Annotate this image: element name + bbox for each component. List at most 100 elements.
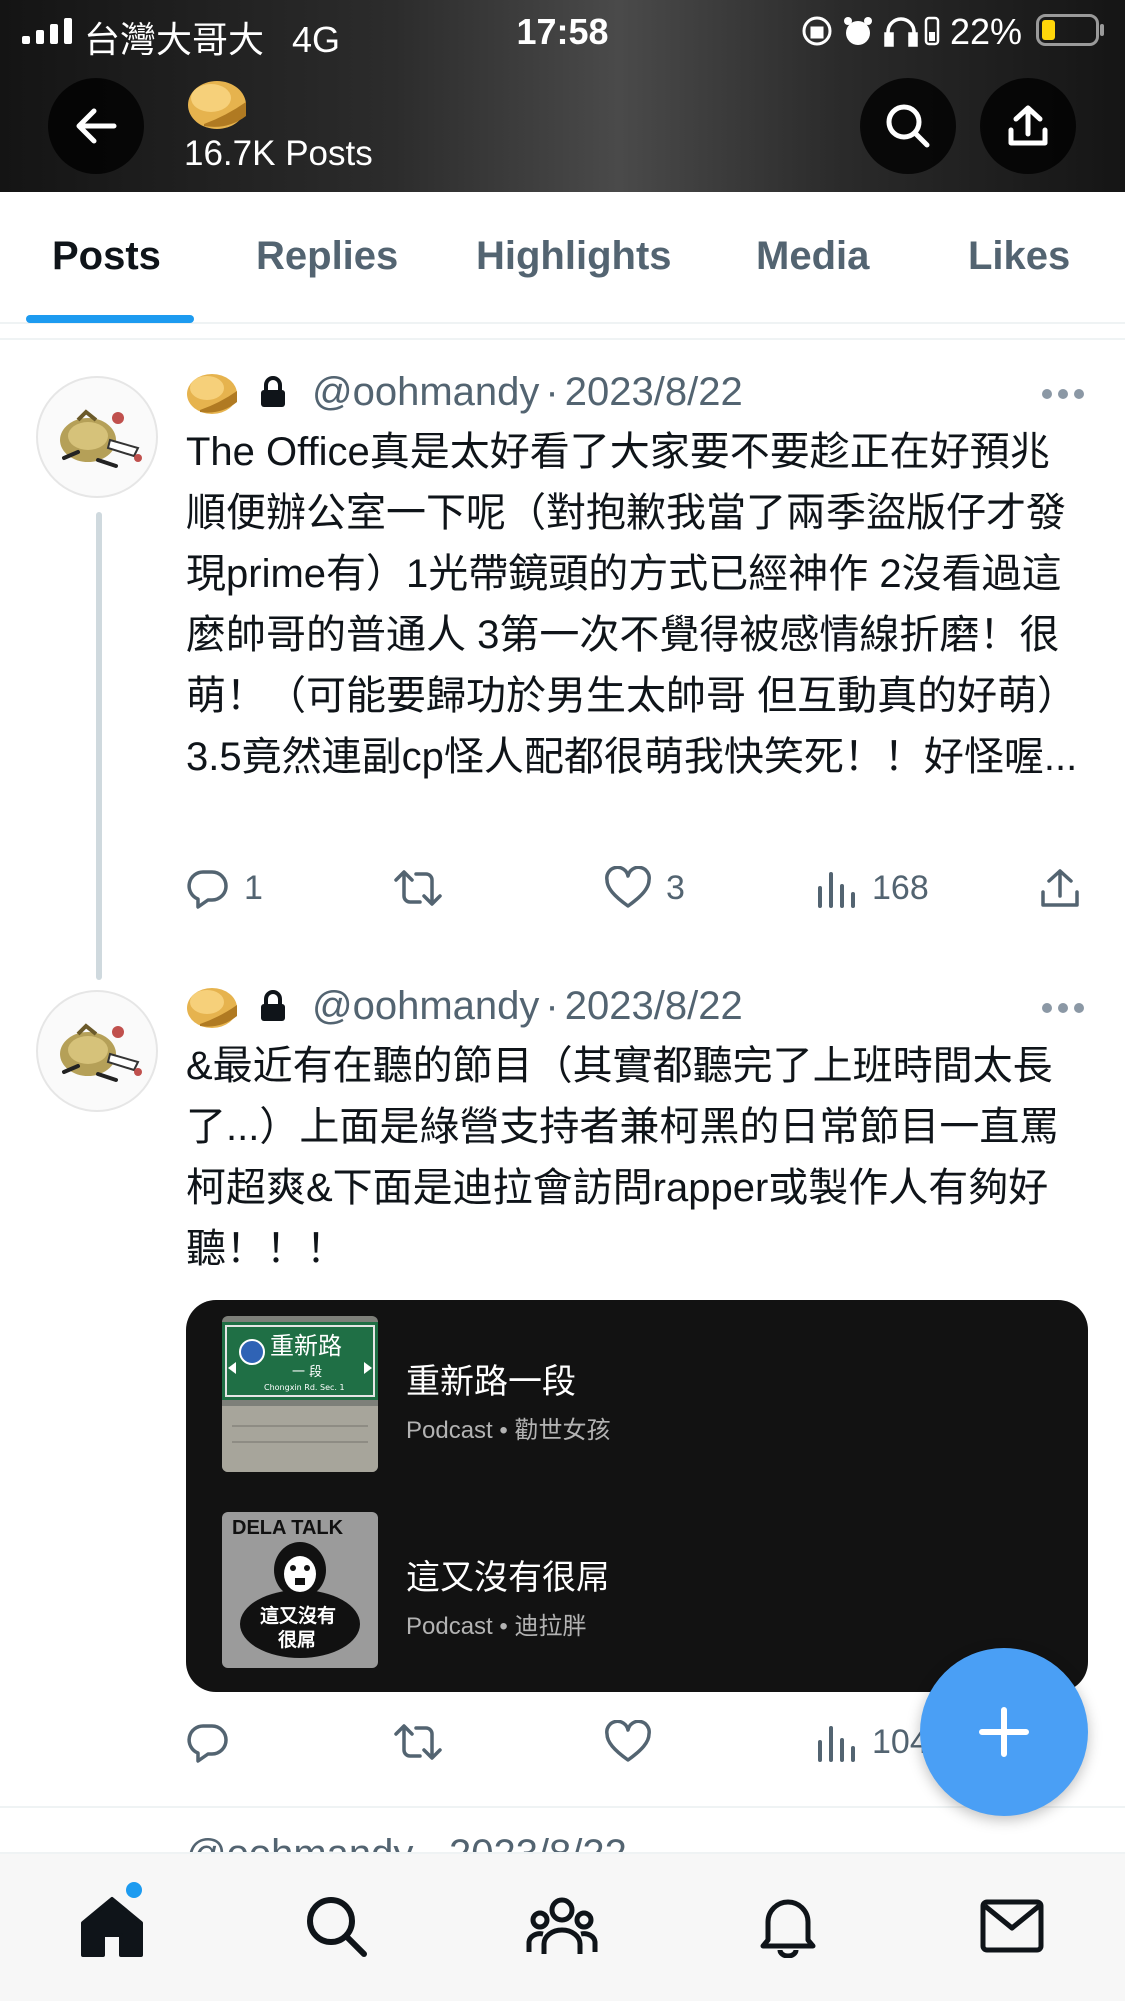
podcast-cover: 重新路 一 段 Chongxin Rd. Sec. 1 <box>222 1316 378 1472</box>
bottom-navigation <box>0 1852 1125 2001</box>
tweet-handle[interactable]: @oohmandy <box>312 984 539 1029</box>
like-button[interactable] <box>604 1712 666 1772</box>
thread-connector <box>96 512 102 980</box>
battery-icon <box>1036 14 1104 46</box>
share-tweet-button[interactable] <box>1038 858 1096 918</box>
rotation-lock-icon <box>802 16 832 46</box>
podcast-embed-card[interactable]: 重新路 一 段 Chongxin Rd. Sec. 1 重新路一段 Podcas… <box>186 1300 1088 1692</box>
status-icons <box>802 16 940 47</box>
podcast-item[interactable]: 重新路 一 段 Chongxin Rd. Sec. 1 重新路一段 Podcas… <box>222 1316 982 1472</box>
lock-icon <box>261 990 285 1021</box>
more-options-icon[interactable] <box>1040 1001 1086 1015</box>
podcast-subtitle: Podcast • 迪拉胖 <box>406 1613 587 1640</box>
tweet-meta: @oohmandy · 2023/8/22 <box>186 978 743 1034</box>
retweet-icon <box>394 1724 442 1760</box>
messages-icon <box>980 1899 1044 1953</box>
tab-highlights[interactable]: Highlights <box>476 234 672 279</box>
avatar-sack-illustration <box>60 1023 142 1082</box>
reply-count: 1 <box>244 868 263 907</box>
street-sign-cover-art: 重新路 一 段 Chongxin Rd. Sec. 1 <box>222 1316 378 1472</box>
cover-logo-bot: 很屌 <box>278 1628 316 1651</box>
tweet-text: The Office真是太好看了大家要不要趁正在好預兆順便辦公室一下呢（對抱歉我… <box>186 430 1078 779</box>
display-name-avatar <box>187 374 237 414</box>
tweet-actions: 1 3 168 <box>186 858 1086 918</box>
reply-icon <box>187 1724 228 1763</box>
podcast-title: 重新路一段 <box>406 1363 576 1401</box>
alarm-icon <box>844 17 872 45</box>
views-button[interactable]: 168 <box>814 858 929 918</box>
retweet-icon <box>394 870 442 906</box>
meta-separator: · <box>545 369 559 414</box>
active-tab-indicator <box>26 315 194 323</box>
tab-likes[interactable]: Likes <box>968 234 1070 279</box>
share-button[interactable] <box>980 78 1076 174</box>
like-count: 3 <box>666 868 685 907</box>
views-icon <box>818 872 855 908</box>
compose-post-button[interactable] <box>920 1648 1088 1816</box>
cover-logo-mid: 這又沒有 <box>260 1604 336 1627</box>
retweet-button[interactable] <box>392 1712 458 1772</box>
views-icon <box>818 1726 855 1762</box>
notifications-icon <box>760 1899 816 1958</box>
battery-small-icon <box>924 16 940 46</box>
podcast-cover: DELA TALK 這又沒有 很屌 <box>222 1512 378 1668</box>
avatar[interactable] <box>36 376 158 498</box>
tweet-meta: @oohmandy · 2023/8/22 <box>186 364 743 420</box>
tweet-date[interactable]: 2023/8/22 <box>565 370 743 415</box>
nav-messages[interactable] <box>974 1888 1050 1964</box>
cover-sign-text: 重新路 <box>270 1332 342 1360</box>
avatar[interactable] <box>36 990 158 1112</box>
plus-icon <box>979 1707 1029 1757</box>
like-icon <box>605 866 651 908</box>
share-icon <box>1008 105 1048 146</box>
search-button[interactable] <box>860 78 956 174</box>
view-count: 168 <box>872 868 929 907</box>
retweet-button[interactable] <box>392 858 458 918</box>
views-button[interactable]: 104 <box>814 1712 929 1772</box>
like-button[interactable]: 3 <box>604 858 685 918</box>
back-arrow-icon <box>76 108 117 144</box>
display-name-avatar <box>187 988 237 1028</box>
dela-talk-cover-art: DELA TALK 這又沒有 很屌 <box>222 1512 378 1668</box>
reply-button[interactable] <box>186 1712 244 1772</box>
nav-communities[interactable] <box>524 1888 600 1964</box>
cover-sign-sub: 一 段 <box>292 1365 322 1380</box>
battery-percent: 22% <box>950 11 1023 52</box>
share-icon <box>1041 869 1079 907</box>
nav-notifications[interactable] <box>750 1888 826 1964</box>
post-count: 16.7K Posts <box>184 134 373 173</box>
tab-media[interactable]: Media <box>756 234 869 279</box>
tab-replies[interactable]: Replies <box>256 234 398 279</box>
meta-separator: · <box>545 983 559 1028</box>
podcast-title: 這又沒有很屌 <box>406 1559 610 1597</box>
profile-header: 台灣大哥大 4G 17:58 22% 16.7K Posts <box>0 0 1125 192</box>
status-bar: 台灣大哥大 4G 17:58 22% <box>0 0 1125 62</box>
podcast-item[interactable]: DELA TALK 這又沒有 很屌 這又沒有很屌 Podcast • 迪拉胖 <box>222 1512 982 1668</box>
tweet-date[interactable]: 2023/8/22 <box>565 984 743 1029</box>
avatar-sack-illustration <box>60 409 142 468</box>
back-button[interactable] <box>48 78 144 174</box>
search-icon <box>307 1897 367 1957</box>
cover-sign-en: Chongxin Rd. Sec. 1 <box>264 1383 345 1392</box>
podcast-subtitle: Podcast • 勸世女孩 <box>406 1417 611 1444</box>
tweet-handle[interactable]: @oohmandy <box>312 370 539 415</box>
more-options-icon[interactable] <box>1040 387 1086 401</box>
reply-icon <box>187 870 228 909</box>
lock-icon <box>261 376 285 407</box>
home-icon <box>81 1897 143 1957</box>
reply-button[interactable]: 1 <box>186 858 263 918</box>
like-icon <box>605 1720 651 1762</box>
tweet-divider <box>0 1806 1125 1808</box>
tweet-text: &最近有在聽的節目（其實都聽完了上班時間太長了...）上面是綠營支持者兼柯黑的日… <box>186 1044 1060 1271</box>
tab-posts[interactable]: Posts <box>52 234 161 279</box>
nav-home[interactable] <box>74 1888 150 1964</box>
tabs-divider <box>0 326 1125 340</box>
nav-search[interactable] <box>298 1888 374 1964</box>
home-new-indicator <box>126 1882 142 1898</box>
communities-icon <box>526 1897 598 1954</box>
header-avatar <box>188 81 246 129</box>
headphones-icon <box>884 17 918 47</box>
cover-logo-top: DELA TALK <box>232 1517 344 1539</box>
profile-tabs: Posts Replies Highlights Media Likes <box>0 192 1125 324</box>
search-icon <box>886 104 930 148</box>
